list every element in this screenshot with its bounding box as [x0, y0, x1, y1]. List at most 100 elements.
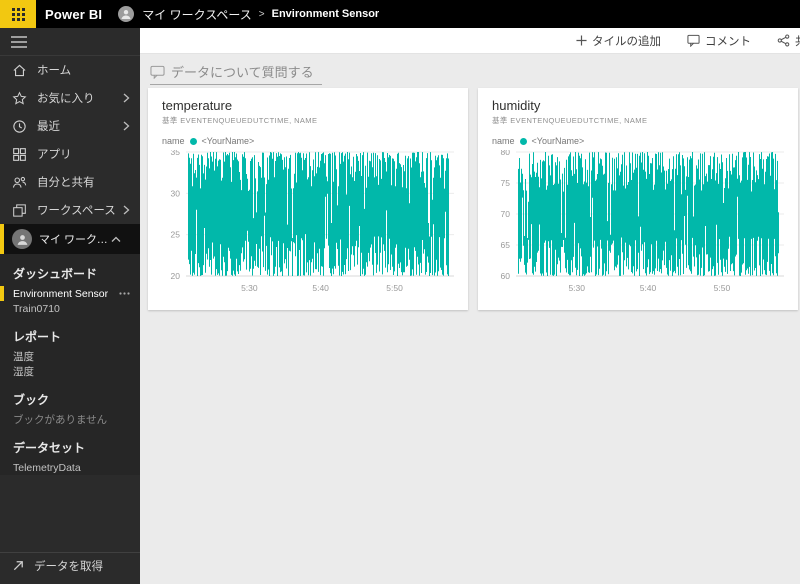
app-launcher-waffle-icon[interactable] — [0, 0, 36, 28]
section-datasets: データセット TelemetryData — [0, 436, 140, 475]
my-workspace-label: マイ ワークスペース — [39, 231, 111, 247]
workspace-avatar[interactable] — [118, 6, 134, 22]
section-workbooks: ブック ブックがありません — [0, 388, 140, 427]
arrow-up-right-icon — [12, 559, 25, 572]
x-axis-tick-label: 5:40 — [640, 283, 657, 293]
apps-icon — [12, 147, 27, 162]
tile-subtitle: 基準 EVENTENQUEUEDUTCTIME, NAME — [492, 115, 784, 126]
humidity-line-chart[interactable]: 80757065605:305:405:50 — [492, 150, 784, 301]
chart-legend: name <YourName> — [162, 136, 454, 146]
workspace-content-panel: ダッシュボード Environment Sensor Train0710 レポー… — [0, 254, 140, 475]
sidebar-item-workspaces[interactable]: ワークスペース — [0, 196, 140, 224]
sidebar-item-label: 自分と共有 — [37, 174, 140, 190]
hamburger-icon — [11, 36, 27, 48]
chevron-right-icon[interactable] — [122, 205, 130, 215]
comment-button[interactable]: コメント — [687, 33, 751, 49]
section-dashboards: ダッシュボード Environment Sensor Train0710 — [0, 262, 140, 316]
get-data-button[interactable]: データを取得 — [0, 552, 140, 578]
sidebar-item-label: アプリ — [37, 146, 140, 162]
report-item-temperature[interactable]: 温度 — [0, 349, 140, 364]
comment-bubble-icon — [687, 34, 700, 47]
chevron-right-icon[interactable] — [122, 121, 130, 131]
section-title: レポート — [0, 325, 140, 349]
more-options-ellipsis-icon[interactable] — [119, 292, 130, 295]
qa-speech-bubble-icon — [150, 65, 165, 79]
left-nav-sidebar: ホーム お気に入り 最近 アプリ 自分と共有 ワ — [0, 28, 140, 584]
x-axis-tick-label: 5:50 — [714, 283, 731, 293]
section-reports: レポート 温度 湿度 — [0, 325, 140, 379]
report-item-humidity[interactable]: 湿度 — [0, 364, 140, 379]
dashboard-action-toolbar: タイルの追加 コメント 共有 — [140, 28, 800, 54]
item-label: Train0710 — [13, 303, 60, 315]
y-axis-tick-label: 65 — [501, 240, 511, 250]
sidebar-item-label: ホーム — [37, 62, 140, 78]
tile-title: humidity — [492, 98, 784, 113]
y-axis-tick-label: 35 — [171, 150, 181, 157]
y-axis-tick-label: 60 — [501, 271, 511, 281]
breadcrumb-workspace[interactable]: マイ ワークスペース — [142, 6, 252, 23]
dashboard-item-environment-sensor[interactable]: Environment Sensor — [0, 286, 140, 301]
waffle-grid-icon — [12, 8, 25, 21]
share-icon — [777, 34, 790, 47]
legend-series-dot — [520, 138, 527, 145]
share-button[interactable]: 共有 — [777, 33, 800, 49]
tile-subtitle: 基準 EVENTENQUEUEDUTCTIME, NAME — [162, 115, 454, 126]
item-label: ブックがありません — [13, 412, 107, 427]
qa-question-input[interactable]: データについて質問する — [150, 62, 314, 81]
y-axis-tick-label: 20 — [171, 271, 181, 281]
dataset-item-telemetrydata[interactable]: TelemetryData — [0, 460, 140, 475]
series-noise-path — [189, 152, 449, 276]
home-icon — [12, 63, 27, 78]
qa-prompt-text: データについて質問する — [171, 62, 314, 81]
sidebar-item-favorites[interactable]: お気に入り — [0, 84, 140, 112]
x-axis-tick-label: 5:30 — [241, 283, 258, 293]
dashboard-canvas: データについて質問する temperature 基準 EVENTENQUEUED… — [140, 54, 800, 584]
y-axis-tick-label: 70 — [501, 209, 511, 219]
sidebar-item-shared-with-me[interactable]: 自分と共有 — [0, 168, 140, 196]
section-title: ダッシュボード — [0, 262, 140, 286]
legend-series-label: <YourName> — [532, 136, 585, 146]
breadcrumb-current-page: Environment Sensor — [272, 8, 380, 20]
y-axis-tick-label: 25 — [171, 230, 181, 240]
add-tile-label: タイルの追加 — [592, 33, 661, 49]
legend-series-label: <YourName> — [202, 136, 255, 146]
sidebar-item-label: 最近 — [37, 118, 122, 134]
workspace-icon — [12, 203, 27, 218]
item-label: 湿度 — [13, 364, 34, 379]
legend-field-label: name — [492, 136, 515, 146]
x-axis-tick-label: 5:40 — [312, 283, 329, 293]
legend-series-dot — [190, 138, 197, 145]
plus-icon — [576, 35, 587, 46]
series-noise-path — [519, 152, 779, 276]
tile-title: temperature — [162, 98, 454, 113]
legend-field-label: name — [162, 136, 185, 146]
workbooks-empty-state: ブックがありません — [0, 412, 140, 427]
comment-label: コメント — [705, 33, 751, 49]
tile-humidity[interactable]: humidity 基準 EVENTENQUEUEDUTCTIME, NAME n… — [478, 88, 798, 310]
dashboard-item-train0710[interactable]: Train0710 — [0, 301, 140, 316]
x-axis-tick-label: 5:50 — [386, 283, 403, 293]
tile-temperature[interactable]: temperature 基準 EVENTENQUEUEDUTCTIME, NAM… — [148, 88, 468, 310]
x-axis-tick-label: 5:30 — [568, 283, 585, 293]
sidebar-item-recent[interactable]: 最近 — [0, 112, 140, 140]
sidebar-item-home[interactable]: ホーム — [0, 56, 140, 84]
chevron-right-icon[interactable] — [122, 93, 130, 103]
my-workspace-header[interactable]: マイ ワークスペース — [0, 224, 140, 254]
my-workspace-avatar — [12, 229, 32, 249]
item-label: Environment Sensor — [13, 288, 108, 300]
sidebar-item-label: ワークスペース — [37, 202, 122, 218]
add-tile-button[interactable]: タイルの追加 — [576, 33, 661, 49]
powerbi-logo-text: Power BI — [45, 7, 102, 22]
item-label: 温度 — [13, 349, 34, 364]
nav-collapse-hamburger-button[interactable] — [0, 28, 140, 56]
temperature-line-chart[interactable]: 353025205:305:405:50 — [162, 150, 454, 301]
clock-icon — [12, 119, 27, 134]
section-title: データセット — [0, 436, 140, 460]
sidebar-item-label: お気に入り — [37, 90, 122, 106]
section-title: ブック — [0, 388, 140, 412]
chart-plot-area: 80757065605:305:405:50 — [492, 150, 784, 296]
people-icon — [12, 175, 27, 190]
share-label: 共有 — [795, 33, 800, 49]
chevron-up-icon[interactable] — [111, 236, 121, 243]
sidebar-item-apps[interactable]: アプリ — [0, 140, 140, 168]
